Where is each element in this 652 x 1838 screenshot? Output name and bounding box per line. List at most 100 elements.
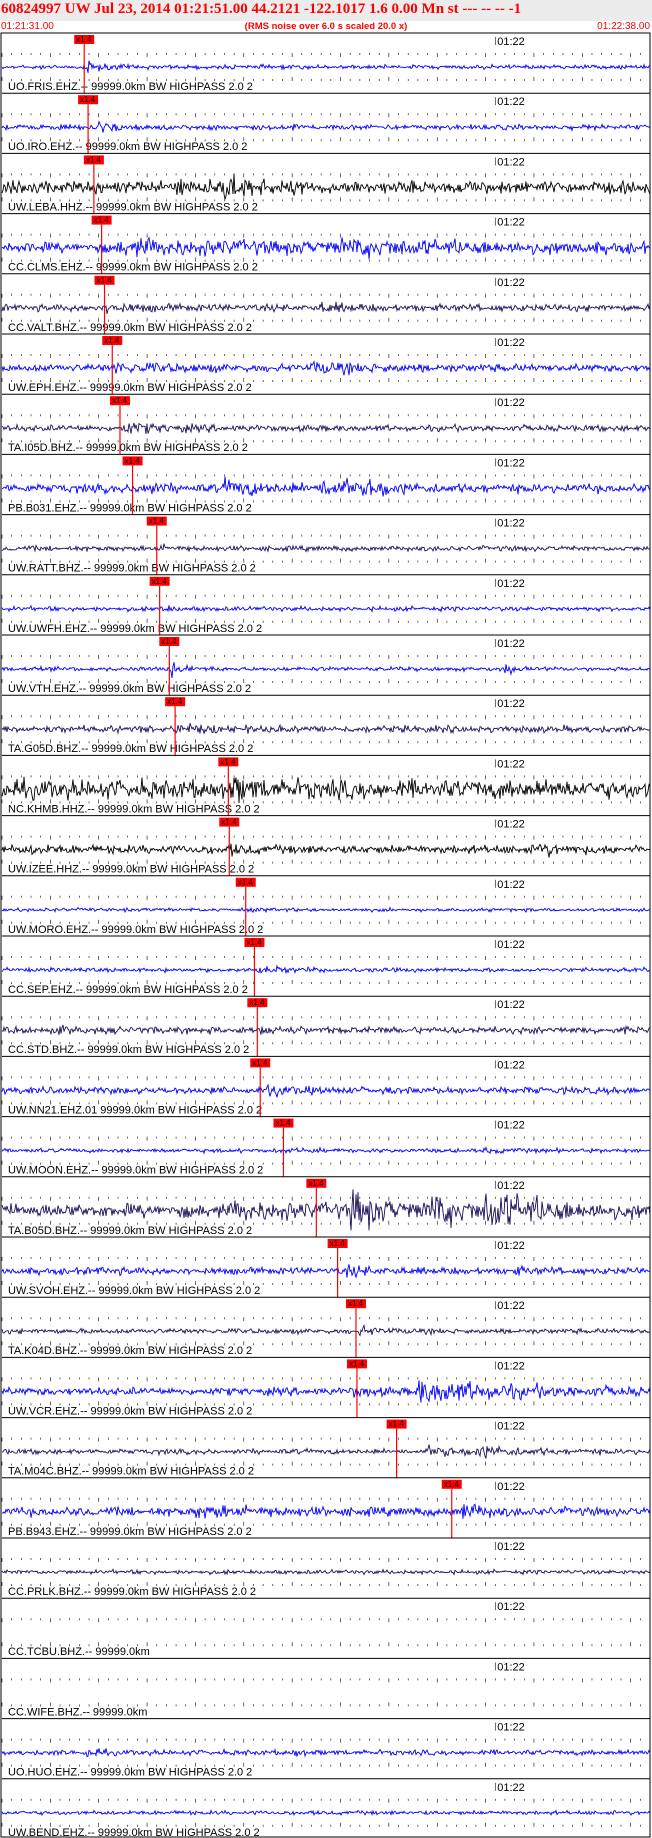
trace-row: 01:22 PB.B031.EHZ.-- 99999.0km BW HIGHPAS… [1, 453, 651, 515]
station-label: CC.VALT.BHZ.-- 99999.0km BW HIGHPASS 2.0… [8, 322, 252, 334]
trace-row: 01:22 UW.MORO.EHZ.-- 99999.0km BW HIGHPAS… [1, 875, 651, 936]
trace-row: 01:22 UO.IRO.EHZ.-- 99999.0km BW HIGHPASS… [1, 92, 651, 154]
minute-marker-label: 01:22 [497, 397, 525, 409]
waveform [1, 1083, 650, 1098]
pick-scale-label: x1.4 [125, 456, 141, 465]
waveform [1, 906, 651, 914]
pick-scale-label: x1.4 [167, 697, 183, 706]
trace-row: 01:22 UW.VCR.EHZ.-- 99999.0km BW HIGHPASS… [1, 1356, 651, 1418]
minute-marker-label: 01:22 [497, 1722, 525, 1734]
waveform [1, 1747, 651, 1758]
waveform [1, 543, 651, 553]
station-label: CC.WIFE.BHZ.-- 99999.0km [8, 1706, 147, 1718]
pick-scale-label: x1.4 [348, 1299, 364, 1308]
station-label: CC.CLMS.EHZ.-- 99999.0km BW HIGHPASS 2.0… [8, 262, 258, 274]
trace-row: 01:22 UO.FRIS.EHZ.-- 99999.0km BW HIGHPAS… [1, 35, 651, 94]
waveform [1, 843, 651, 858]
station-label: UW.RATT.BHZ.-- 99999.0km BW HIGHPASS 2.0… [8, 563, 256, 575]
trace-row: 01:22 UW.BEND.EHZ.-- 99999.0km BW HIGHPAS… [1, 1778, 651, 1838]
minute-marker-label: 01:22 [497, 277, 525, 289]
minute-marker-label: 01:22 [497, 96, 525, 108]
pick-scale-label: x1.4 [349, 1359, 365, 1368]
pick-scale-label: x1.4 [94, 216, 110, 225]
pick-scale-label: x1.4 [308, 1179, 324, 1188]
station-label: UO.FRIS.EHZ.-- 99999.0km BW HIGHPASS 2.0… [8, 81, 253, 93]
minute-marker-label: 01:22 [497, 518, 525, 530]
pick-scale-label: x1.4 [249, 998, 265, 1007]
trace-row: 01:22 UW.UWFH.EHZ.-- 99999.0km BW HIGHPAS… [1, 574, 651, 635]
pick-scale-label: x1.4 [389, 1420, 405, 1429]
station-label: UW.MOON.EHZ.-- 99999.0km BW HIGHPASS 2.0… [8, 1165, 263, 1177]
waveform [1, 1146, 651, 1155]
waveform [1, 422, 651, 435]
minute-marker-label: 01:22 [497, 1421, 525, 1433]
pick-scale-label: x1.4 [161, 637, 177, 646]
trace-row: 01:22 CC.CLMS.EHZ.-- 99999.0km BW HIGHPAS… [1, 213, 651, 274]
waveform [1, 1380, 651, 1403]
pick-scale-label: x1.4 [220, 757, 236, 766]
trace-row: 01:22 UW.NN21.EHZ.01 99999.0km BW HIGHPAS… [1, 1055, 651, 1117]
station-label: CC.STD.BHZ.-- 99999.0km BW HIGHPASS 2.0 … [8, 1044, 249, 1056]
minute-marker-label: 01:22 [497, 1059, 525, 1071]
minute-marker-label: 01:22 [497, 1782, 525, 1794]
station-label: UW.VCR.EHZ.-- 99999.0km BW HIGHPASS 2.0 … [8, 1405, 252, 1417]
trace-row: 01:22 TA.M04C.BHZ.-- 99999.0km BW HIGHPAS… [1, 1417, 651, 1478]
pick-scale-label: x1.4 [112, 396, 128, 405]
waveform [2, 1444, 651, 1459]
minute-marker-label: 01:22 [497, 758, 525, 770]
trace-row: 01:22 TA.B05D.BHZ.-- 99999.0km BW HIGHPAS… [1, 1176, 651, 1237]
station-label: UW.NN21.EHZ.01 99999.0km BW HIGHPASS 2.0… [8, 1104, 262, 1116]
station-label: UW.SVOH.EHZ.-- 99999.0km BW HIGHPASS 2.0… [8, 1285, 260, 1297]
station-label: NC.KHMB.HHZ.-- 99999.0km BW HIGHPASS 2.0… [8, 803, 260, 815]
minute-marker-label: 01:22 [497, 999, 525, 1011]
minute-marker-label: 01:22 [497, 1240, 525, 1252]
minute-marker-label: 01:22 [497, 698, 525, 710]
pick-scale-label: x1.4 [97, 276, 113, 285]
waveform [1, 60, 651, 73]
trace-row: 01:22 CC.PRLK.BHZ.-- 99999.0km BW HIGHPAS… [1, 1537, 651, 1598]
station-label: CC.PRLK.BHZ.-- 99999.0km BW HIGHPASS 2.0… [8, 1586, 256, 1598]
station-label: UW.EPH.EHZ.-- 99999.0km BW HIGHPASS 2.0 … [8, 382, 252, 394]
seismogram-plot: 01:22 UO.FRIS.EHZ.-- 99999.0km BW HIGHPAS… [0, 32, 651, 1838]
station-label: UW.VTH.EHZ.-- 99999.0km BW HIGHPASS 2.0 … [8, 683, 251, 695]
minute-marker-label: 01:22 [497, 1180, 525, 1192]
minute-marker-label: 01:22 [497, 1120, 525, 1132]
waveform [1, 360, 651, 376]
waveform [1, 1264, 651, 1278]
waveform [1, 1568, 651, 1576]
trace-row: 01:22 TA.G05D.BHZ.-- 99999.0km BW HIGHPAS… [1, 694, 651, 756]
waveform [1, 1324, 650, 1337]
station-label: TA.B05D.BHZ.-- 99999.0km BW HIGHPASS 2.0… [8, 1225, 252, 1237]
station-label: UW.LEBA.HHZ.-- 99999.0km BW HIGHPASS 2.0… [8, 201, 258, 213]
pick-scale-label: x1.4 [221, 818, 237, 827]
station-label: PB.B943.EHZ.-- 99999.0km BW HIGHPASS 2.0… [8, 1526, 252, 1538]
minute-marker-label: 01:22 [497, 638, 525, 650]
minute-marker-label: 01:22 [497, 457, 525, 469]
minute-marker-label: 01:22 [497, 1360, 525, 1372]
pick-scale-label: x1.4 [76, 35, 92, 44]
pick-scale-label: x1.4 [252, 1058, 268, 1067]
pick-scale-label: x1.4 [86, 155, 102, 164]
minute-marker-label: 01:22 [497, 156, 525, 168]
trace-row: 01:22 TA.K04D.BHZ.-- 99999.0km BW HIGHPAS… [1, 1296, 651, 1358]
pick-scale-label: x1.4 [246, 938, 262, 947]
trace-row: 01:22 TA.I05D.BHZ.-- 99999.0km BW HIGHPAS… [1, 393, 651, 455]
minute-marker-label: 01:22 [497, 1481, 525, 1493]
station-label: UW.MORO.EHZ.-- 99999.0km BW HIGHPASS 2.0… [8, 924, 263, 936]
minute-marker-label: 01:22 [497, 879, 525, 891]
minute-marker-label: 01:22 [497, 217, 525, 229]
trace-row: 01:22 UW.EPH.EHZ.-- 99999.0km BW HIGHPASS… [1, 333, 651, 395]
pick-scale-label: x1.4 [80, 95, 96, 104]
pick-scale-label: x1.4 [330, 1239, 346, 1248]
waveform [1, 776, 651, 804]
minute-marker-label: 01:22 [497, 819, 525, 831]
station-label: UW.UWFH.EHZ.-- 99999.0km BW HIGHPASS 2.0… [8, 623, 262, 635]
minute-marker-label: 01:22 [497, 578, 525, 590]
waveform [1, 1808, 651, 1817]
trace-row: 01:22 CC.WIFE.BHZ.-- 99999.0km [1, 1657, 651, 1718]
minute-marker-label: 01:22 [497, 1541, 525, 1553]
pick-scale-label: x1.4 [149, 517, 165, 526]
trace-row: 01:22 NC.KHMB.HHZ.-- 99999.0km BW HIGHPAS… [1, 754, 651, 816]
station-label: UO.HUO.EHZ.-- 99999.0km BW HIGHPASS 2.0 … [8, 1767, 252, 1779]
trace-row: 01:22 UW.LEBA.HHZ.-- 99999.0km BW HIGHPAS… [1, 152, 651, 214]
